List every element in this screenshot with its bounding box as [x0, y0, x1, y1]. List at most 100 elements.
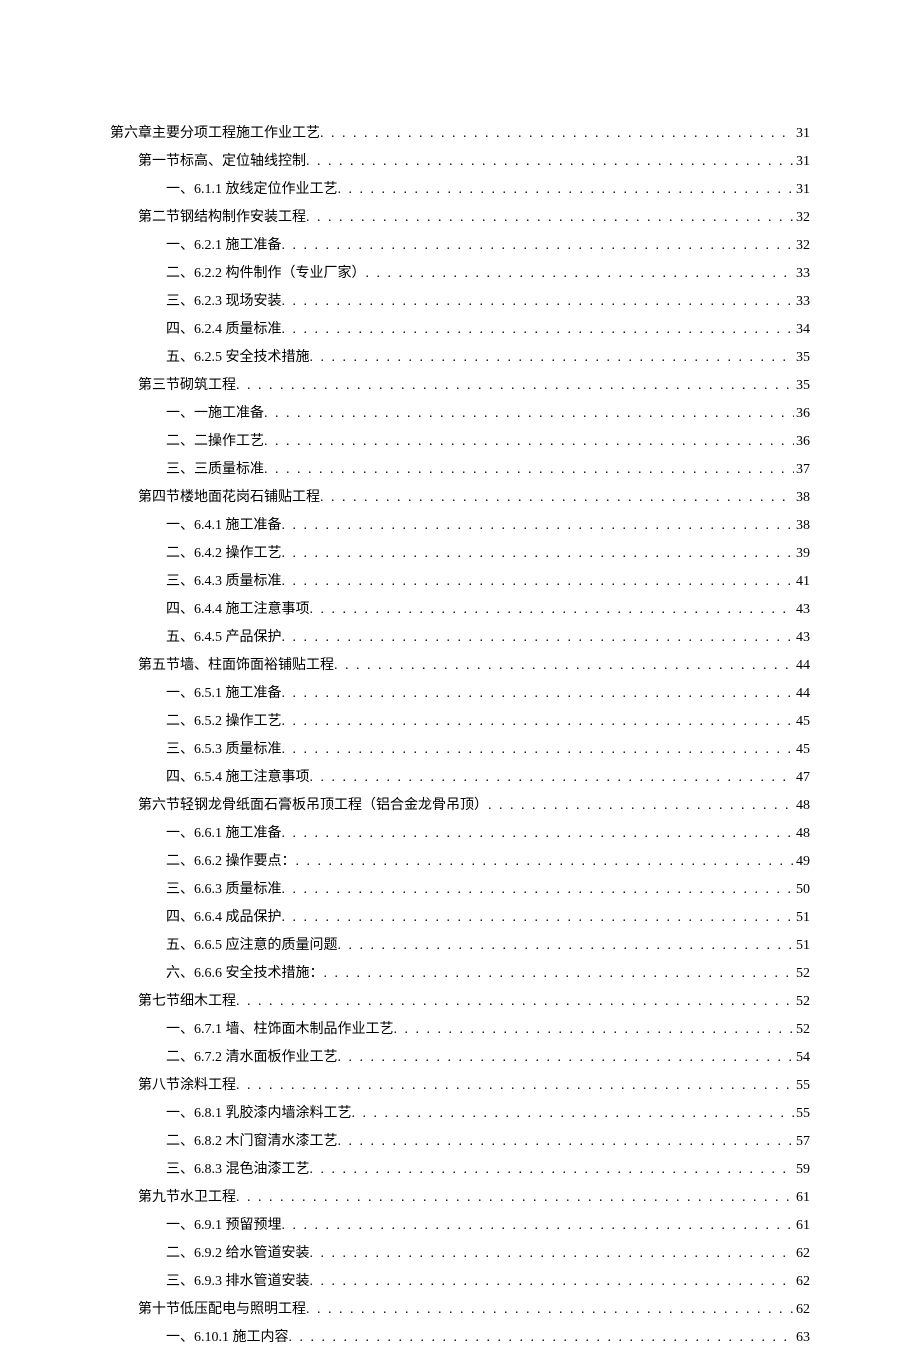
toc-entry-title: 一、6.10.1 施工内容: [166, 1324, 289, 1352]
toc-entry: 一、6.2.1 施工准备32: [110, 232, 810, 260]
toc-entry: 四、6.5.4 施工注意事项47: [110, 764, 810, 792]
toc-entry-page: 39: [794, 540, 810, 568]
toc-entry-title: 二、6.9.2 给水管道安装: [166, 1240, 310, 1268]
toc-entry-title: 二、二操作工艺: [166, 428, 264, 456]
table-of-contents: 第六章主要分项工程施工作业工艺31第一节标高、定位轴线控制31一、6.1.1 放…: [110, 120, 810, 1352]
toc-entry: 第八节涂料工程 55: [110, 1072, 810, 1100]
toc-entry-leader: [338, 176, 795, 204]
toc-entry-leader: [282, 708, 795, 736]
toc-entry-page: 49: [794, 848, 810, 876]
toc-entry: 二、6.6.2 操作要点： 49: [110, 848, 810, 876]
toc-entry-leader: [282, 232, 795, 260]
toc-entry: 第四节楼地面花岗石铺贴工程38: [110, 484, 810, 512]
toc-entry-page: 47: [794, 764, 810, 792]
toc-entry-page: 62: [794, 1240, 810, 1268]
toc-entry-leader: [306, 1296, 794, 1324]
toc-entry: 五、6.2.5 安全技术措施35: [110, 344, 810, 372]
toc-entry-leader: [236, 988, 794, 1016]
toc-entry-leader: [338, 932, 795, 960]
toc-entry-leader: [282, 512, 795, 540]
toc-entry: 一、6.5.1 施工准备 44: [110, 680, 810, 708]
toc-entry: 三、6.8.3 混色油漆工艺59: [110, 1156, 810, 1184]
toc-entry-title: 四、6.2.4 质量标准: [166, 316, 282, 344]
toc-entry-leader: [334, 652, 794, 680]
toc-entry-page: 31: [794, 148, 810, 176]
toc-entry-title: 第二节钢结构制作安装工程: [138, 204, 306, 232]
toc-entry-leader: [310, 1156, 795, 1184]
toc-entry-title: 第八节涂料工程: [138, 1072, 236, 1100]
toc-entry-page: 32: [794, 204, 810, 232]
toc-entry-title: 第五节墙、柱面饰面裕铺贴工程: [138, 652, 334, 680]
toc-entry-leader: [366, 260, 795, 288]
toc-entry: 第一节标高、定位轴线控制31: [110, 148, 810, 176]
toc-entry-title: 四、6.6.4 成品保护: [166, 904, 282, 932]
toc-entry-leader: [282, 904, 795, 932]
toc-entry: 二、6.7.2 清水面板作业工艺 54: [110, 1044, 810, 1072]
toc-entry: 三、三质量标准37: [110, 456, 810, 484]
toc-entry-title: 一、6.5.1 施工准备: [166, 680, 282, 708]
toc-entry-page: 62: [794, 1268, 810, 1296]
toc-entry: 四、6.2.4 质量标准 34: [110, 316, 810, 344]
toc-entry-title: 第七节细木工程: [138, 988, 236, 1016]
toc-entry-title: 四、6.4.4 施工注意事项: [166, 596, 310, 624]
toc-entry-leader: [282, 568, 795, 596]
toc-entry-title: 二、6.7.2 清水面板作业工艺: [166, 1044, 338, 1072]
toc-entry-page: 57: [794, 1128, 810, 1156]
toc-entry-title: 三、6.8.3 混色油漆工艺: [166, 1156, 310, 1184]
toc-entry: 二、6.5.2 操作工艺45: [110, 708, 810, 736]
toc-entry-page: 52: [794, 988, 810, 1016]
toc-entry-leader: [310, 1268, 795, 1296]
toc-entry-title: 二、6.6.2 操作要点：: [166, 848, 296, 876]
toc-entry: 二、二操作工艺36: [110, 428, 810, 456]
toc-entry: 二、6.2.2 构件制作（专业厂家）33: [110, 260, 810, 288]
toc-entry: 二、6.8.2 木门窗清水漆工艺 57: [110, 1128, 810, 1156]
toc-entry-title: 六、6.6.6 安全技术措施：: [166, 960, 324, 988]
toc-entry: 三、6.5.3 质量标准45: [110, 736, 810, 764]
toc-entry: 四、6.6.4 成品保护 51: [110, 904, 810, 932]
toc-entry-title: 二、6.2.2 构件制作（专业厂家）: [166, 260, 366, 288]
toc-entry: 第二节钢结构制作安装工程 32: [110, 204, 810, 232]
toc-entry-page: 54: [794, 1044, 810, 1072]
toc-entry: 第三节砌筑工程35: [110, 372, 810, 400]
toc-entry-page: 61: [794, 1212, 810, 1240]
toc-entry-leader: [282, 736, 795, 764]
toc-entry-page: 48: [794, 792, 810, 820]
toc-entry-page: 38: [794, 484, 810, 512]
toc-entry-page: 44: [794, 680, 810, 708]
toc-entry: 一、6.9.1 预留预埋61: [110, 1212, 810, 1240]
toc-entry-page: 55: [794, 1072, 810, 1100]
toc-entry-page: 61: [794, 1184, 810, 1212]
toc-entry-page: 31: [794, 176, 810, 204]
toc-entry-page: 51: [794, 904, 810, 932]
toc-entry-title: 二、6.5.2 操作工艺: [166, 708, 282, 736]
toc-entry-title: 三、6.9.3 排水管道安装: [166, 1268, 310, 1296]
toc-entry-leader: [282, 316, 795, 344]
toc-entry: 第六节轻钢龙骨纸面石膏板吊顶工程（铝合金龙骨吊顶）48: [110, 792, 810, 820]
toc-entry-title: 五、6.6.5 应注意的质量问题: [166, 932, 338, 960]
toc-entry-title: 第六章主要分项工程施工作业工艺: [110, 120, 320, 148]
toc-entry-leader: [282, 876, 795, 904]
toc-entry-leader: [296, 848, 795, 876]
toc-entry-leader: [338, 1128, 795, 1156]
toc-entry: 三、6.2.3 现场安装33: [110, 288, 810, 316]
toc-entry-title: 三、6.2.3 现场安装: [166, 288, 282, 316]
toc-entry-leader: [320, 484, 794, 512]
toc-entry-page: 35: [794, 372, 810, 400]
toc-entry-leader: [289, 1324, 795, 1352]
toc-entry-leader: [282, 680, 795, 708]
toc-entry-title: 二、6.8.2 木门窗清水漆工艺: [166, 1128, 338, 1156]
toc-entry-title: 三、6.6.3 质量标准: [166, 876, 282, 904]
toc-entry: 一、一施工准备36: [110, 400, 810, 428]
toc-entry-leader: [236, 1184, 794, 1212]
toc-entry-page: 62: [794, 1296, 810, 1324]
toc-entry-title: 三、6.4.3 质量标准: [166, 568, 282, 596]
toc-entry-page: 34: [794, 316, 810, 344]
toc-entry-leader: [320, 120, 794, 148]
toc-entry: 六、6.6.6 安全技术措施：52: [110, 960, 810, 988]
toc-entry-leader: [236, 372, 794, 400]
toc-entry-page: 37: [794, 456, 810, 484]
toc-entry-page: 55: [794, 1100, 810, 1128]
toc-entry: 第九节水卫工程61: [110, 1184, 810, 1212]
toc-entry: 二、6.4.2 操作工艺39: [110, 540, 810, 568]
toc-entry-leader: [282, 820, 795, 848]
